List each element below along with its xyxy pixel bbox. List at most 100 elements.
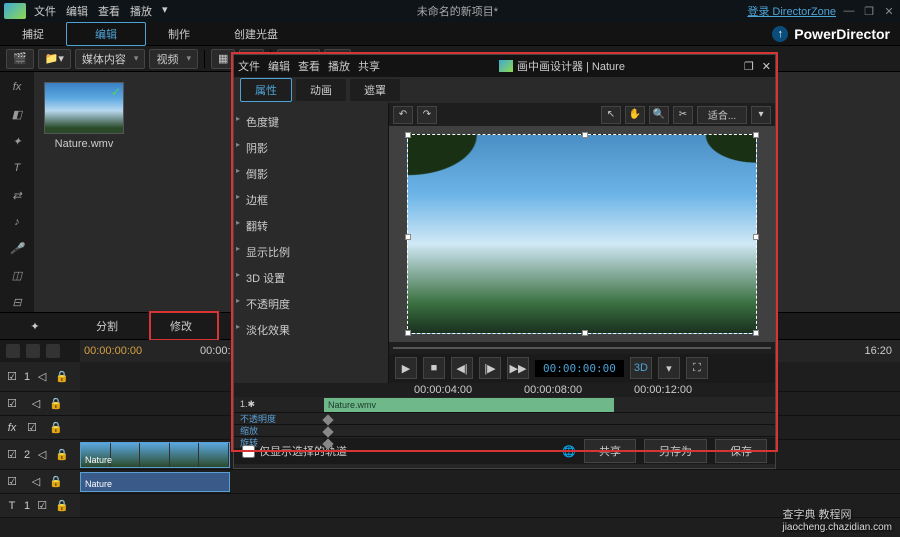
crop-icon[interactable]: ✂ bbox=[673, 106, 693, 124]
resize-handle[interactable] bbox=[405, 234, 411, 240]
resize-handle[interactable] bbox=[582, 132, 588, 138]
track-visible-icon[interactable]: ☑ bbox=[4, 370, 20, 383]
track-lock-icon[interactable]: 🔒 bbox=[54, 448, 70, 461]
pip-track-body[interactable]: Nature.wmv bbox=[324, 397, 775, 412]
undo-icon[interactable]: ↶ bbox=[393, 106, 413, 124]
tools-icon[interactable]: ✦ bbox=[0, 313, 70, 339]
keyframe-icon[interactable] bbox=[322, 414, 333, 425]
tl-btn[interactable] bbox=[46, 344, 60, 358]
track-lock-icon[interactable]: 🔒 bbox=[48, 421, 64, 434]
pip-clip[interactable]: Nature.wmv bbox=[324, 398, 614, 412]
resize-handle[interactable] bbox=[753, 132, 759, 138]
pip-menu-view[interactable]: 查看 bbox=[298, 58, 320, 74]
track-lock-icon[interactable]: 🔒 bbox=[54, 499, 70, 512]
transition-room-icon[interactable]: ⇄ bbox=[6, 186, 28, 205]
chapter-room-icon[interactable]: ◫ bbox=[6, 266, 28, 285]
timeline-clip[interactable]: Nature bbox=[80, 472, 230, 492]
subtitle-room-icon[interactable]: ⊟ bbox=[6, 293, 28, 312]
resize-handle[interactable] bbox=[582, 330, 588, 336]
stop-icon[interactable]: ■ bbox=[423, 357, 445, 379]
pip-ruler[interactable]: 00:00:04:00 00:00:08:00 00:00:12:00 bbox=[234, 383, 775, 397]
keyframe-icon[interactable] bbox=[322, 438, 333, 449]
pip-track-body[interactable] bbox=[324, 413, 775, 424]
title-icon[interactable]: T bbox=[4, 500, 20, 512]
prop-3d[interactable]: 3D 设置 bbox=[234, 265, 388, 291]
next-frame-icon[interactable]: |▶ bbox=[479, 357, 501, 379]
close-icon[interactable]: ✕ bbox=[882, 4, 896, 18]
menu-file[interactable]: 文件 bbox=[34, 3, 56, 19]
track-visible-icon[interactable]: ☑ bbox=[4, 448, 20, 461]
fx-room-icon[interactable]: fx bbox=[6, 78, 28, 97]
timeline-clip[interactable]: Nature bbox=[80, 442, 230, 468]
split-button[interactable]: 分割 bbox=[70, 313, 144, 339]
keyframe-icon[interactable] bbox=[322, 426, 333, 437]
prop-ratio[interactable]: 显示比例 bbox=[234, 239, 388, 265]
track-body[interactable]: Nature bbox=[80, 470, 900, 493]
import-icon[interactable]: 📁▾ bbox=[38, 49, 71, 69]
checkbox[interactable] bbox=[242, 445, 255, 458]
pip-menu-edit[interactable]: 编辑 bbox=[268, 58, 290, 74]
pip-track-body[interactable] bbox=[324, 425, 775, 436]
media-thumbnail[interactable]: ✓ Nature.wmv bbox=[44, 82, 124, 150]
menu-edit[interactable]: 编辑 bbox=[66, 3, 88, 19]
fit-select[interactable]: 适合... bbox=[697, 106, 747, 124]
track-audio-icon[interactable]: ◁ bbox=[34, 448, 50, 461]
zoom-icon[interactable]: 🔍 bbox=[649, 106, 669, 124]
prop-border[interactable]: 边框 bbox=[234, 187, 388, 213]
fast-forward-icon[interactable]: ▶▶ bbox=[507, 357, 529, 379]
track-audio-icon[interactable]: ◁ bbox=[34, 370, 50, 383]
fullscreen-icon[interactable]: ⛶ bbox=[686, 357, 708, 379]
track-lock-icon[interactable]: 🔒 bbox=[48, 397, 64, 410]
minimize-icon[interactable]: — bbox=[842, 4, 856, 18]
particle-room-icon[interactable]: ✦ bbox=[6, 132, 28, 151]
pip-tab-motion[interactable]: 动画 bbox=[296, 79, 346, 101]
pip-clip-frame[interactable] bbox=[407, 134, 757, 334]
resize-handle[interactable] bbox=[753, 234, 759, 240]
menu-view[interactable]: 查看 bbox=[98, 3, 120, 19]
tab-capture[interactable]: 捕捉 bbox=[0, 22, 66, 46]
pip-menu-play[interactable]: 播放 bbox=[328, 58, 350, 74]
prop-flip[interactable]: 翻转 bbox=[234, 213, 388, 239]
pip-seekbar[interactable] bbox=[389, 342, 775, 354]
resize-handle[interactable] bbox=[753, 330, 759, 336]
pip-tab-props[interactable]: 属性 bbox=[240, 78, 292, 102]
grid-view-icon[interactable]: ▦ bbox=[211, 49, 235, 69]
track-visible-icon[interactable]: ☑ bbox=[34, 499, 50, 512]
resize-handle[interactable] bbox=[405, 132, 411, 138]
prop-reflection[interactable]: 倒影 bbox=[234, 161, 388, 187]
fx-icon[interactable]: fx bbox=[4, 422, 20, 434]
hand-icon[interactable]: ✋ bbox=[625, 106, 645, 124]
resize-handle[interactable] bbox=[405, 330, 411, 336]
audio-room-icon[interactable]: ♪ bbox=[6, 212, 28, 231]
tl-btn[interactable] bbox=[26, 344, 40, 358]
restore-icon[interactable]: ❐ bbox=[862, 4, 876, 18]
3d-button[interactable]: 3D bbox=[630, 357, 652, 379]
redo-icon[interactable]: ↷ bbox=[417, 106, 437, 124]
pip-menu-file[interactable]: 文件 bbox=[238, 58, 260, 74]
tl-btn[interactable] bbox=[6, 344, 20, 358]
track-visible-icon[interactable]: ☑ bbox=[4, 475, 20, 488]
prop-fade[interactable]: 淡化效果 bbox=[234, 317, 388, 343]
prop-chromakey[interactable]: 色度键 bbox=[234, 109, 388, 135]
track-visible-icon[interactable]: ☑ bbox=[24, 421, 40, 434]
3d-dropdown-icon[interactable]: ▾ bbox=[658, 357, 680, 379]
pip-menu-share[interactable]: 共享 bbox=[358, 58, 380, 74]
track-audio-icon[interactable]: ◁ bbox=[28, 397, 44, 410]
tab-disc[interactable]: 创建光盘 bbox=[212, 22, 300, 46]
pip-room-icon[interactable]: ◧ bbox=[6, 105, 28, 124]
title-room-icon[interactable]: T bbox=[6, 159, 28, 178]
login-link[interactable]: 登录 DirectorZone bbox=[747, 3, 836, 19]
pip-max-icon[interactable]: ❐ bbox=[744, 60, 754, 73]
track-body[interactable] bbox=[80, 494, 900, 517]
tab-produce[interactable]: 制作 bbox=[146, 22, 212, 46]
pointer-icon[interactable]: ↖ bbox=[601, 106, 621, 124]
tab-edit[interactable]: 编辑 bbox=[66, 22, 146, 46]
track-visible-icon[interactable]: ☑ bbox=[4, 397, 20, 410]
track-audio-icon[interactable]: ◁ bbox=[28, 475, 44, 488]
filter-select[interactable]: 视频 bbox=[149, 49, 198, 69]
pip-tab-mask[interactable]: 遮罩 bbox=[350, 79, 400, 101]
prop-shadow[interactable]: 阴影 bbox=[234, 135, 388, 161]
room-icon[interactable]: 🎬 bbox=[6, 49, 34, 69]
pip-track-body[interactable] bbox=[324, 437, 775, 448]
menu-play[interactable]: 播放 bbox=[130, 3, 152, 19]
